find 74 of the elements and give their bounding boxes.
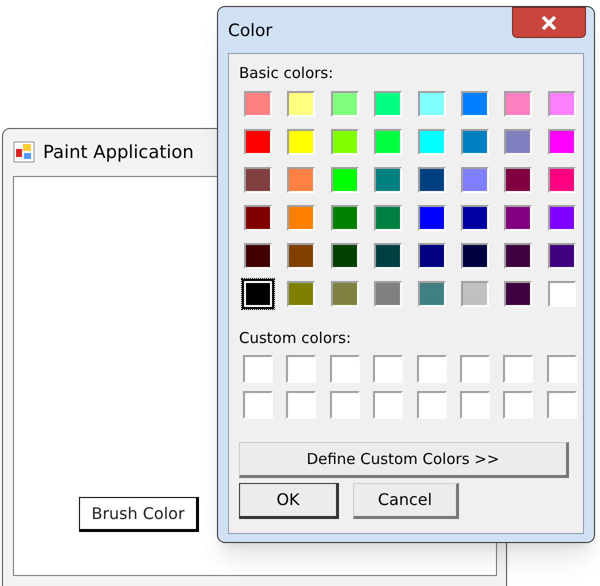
color-swatch[interactable] bbox=[330, 129, 359, 155]
color-swatch[interactable] bbox=[287, 243, 316, 269]
window-title: Paint Application bbox=[43, 140, 194, 164]
custom-color-swatch[interactable] bbox=[460, 355, 490, 383]
color-swatch[interactable] bbox=[418, 129, 446, 155]
define-custom-colors-button[interactable]: Define Custom Colors >> bbox=[239, 442, 569, 478]
color-swatch[interactable] bbox=[418, 91, 446, 117]
color-swatch[interactable] bbox=[330, 167, 359, 193]
dialog-title: Color bbox=[228, 20, 272, 43]
color-swatch[interactable] bbox=[244, 205, 272, 231]
custom-color-swatch[interactable] bbox=[416, 391, 446, 419]
custom-colors-label: Custom colors: bbox=[239, 331, 352, 346]
cancel-button[interactable]: Cancel bbox=[353, 483, 459, 519]
custom-color-swatch[interactable] bbox=[416, 355, 446, 383]
custom-color-swatch[interactable] bbox=[243, 391, 273, 419]
custom-color-swatch[interactable] bbox=[243, 355, 273, 383]
color-swatch[interactable] bbox=[418, 281, 446, 307]
basic-colors-label: Basic colors: bbox=[239, 66, 334, 81]
custom-color-swatch[interactable] bbox=[503, 355, 534, 383]
color-swatch[interactable] bbox=[504, 129, 532, 155]
color-swatch[interactable] bbox=[548, 167, 576, 193]
color-swatch[interactable] bbox=[504, 167, 532, 193]
color-swatch[interactable] bbox=[244, 167, 272, 193]
color-swatch[interactable] bbox=[374, 243, 402, 269]
custom-color-swatch[interactable] bbox=[373, 391, 404, 419]
color-swatch[interactable] bbox=[244, 91, 272, 117]
color-swatch[interactable] bbox=[418, 243, 446, 269]
color-swatch[interactable] bbox=[330, 281, 359, 307]
custom-color-swatch[interactable] bbox=[503, 391, 534, 419]
color-swatch[interactable] bbox=[287, 281, 316, 307]
app-icon bbox=[13, 141, 35, 163]
color-swatch[interactable] bbox=[374, 91, 402, 117]
color-swatch[interactable] bbox=[504, 91, 532, 117]
color-swatch[interactable] bbox=[548, 91, 576, 117]
color-swatch[interactable] bbox=[548, 243, 576, 269]
ok-button[interactable]: OK bbox=[239, 483, 339, 519]
brush-color-button[interactable]: Brush Color bbox=[79, 497, 199, 532]
color-swatch[interactable] bbox=[330, 243, 359, 269]
custom-color-swatch[interactable] bbox=[460, 391, 490, 419]
color-swatch[interactable] bbox=[460, 281, 489, 307]
color-swatch[interactable] bbox=[548, 205, 576, 231]
color-swatch[interactable] bbox=[460, 167, 489, 193]
color-swatch[interactable] bbox=[504, 205, 532, 231]
close-button[interactable] bbox=[512, 7, 586, 38]
custom-color-swatch[interactable] bbox=[330, 391, 360, 419]
custom-color-swatch[interactable] bbox=[546, 391, 577, 419]
color-swatch[interactable] bbox=[244, 129, 272, 155]
custom-color-swatch[interactable] bbox=[330, 355, 360, 383]
color-swatch[interactable] bbox=[460, 243, 489, 269]
color-swatch[interactable] bbox=[330, 205, 359, 231]
color-swatch[interactable] bbox=[418, 167, 446, 193]
color-swatch[interactable] bbox=[374, 205, 402, 231]
color-swatch[interactable] bbox=[330, 91, 359, 117]
color-swatch[interactable] bbox=[460, 91, 489, 117]
custom-color-swatch[interactable] bbox=[373, 355, 404, 383]
custom-color-swatch[interactable] bbox=[546, 355, 577, 383]
color-swatch[interactable] bbox=[374, 281, 402, 307]
color-swatch[interactable] bbox=[287, 91, 316, 117]
color-swatch[interactable] bbox=[548, 129, 576, 155]
close-icon bbox=[541, 16, 557, 30]
color-swatch[interactable] bbox=[504, 243, 532, 269]
color-swatch[interactable] bbox=[287, 129, 316, 155]
color-swatch[interactable] bbox=[460, 205, 489, 231]
color-swatch[interactable] bbox=[287, 205, 316, 231]
color-swatch[interactable] bbox=[244, 243, 272, 269]
color-swatch[interactable] bbox=[374, 129, 402, 155]
custom-color-swatch[interactable] bbox=[286, 391, 316, 419]
color-swatch[interactable] bbox=[418, 205, 446, 231]
color-swatch[interactable] bbox=[548, 281, 576, 307]
custom-color-swatch[interactable] bbox=[286, 355, 316, 383]
color-swatch[interactable] bbox=[504, 281, 532, 307]
color-swatch[interactable] bbox=[460, 129, 489, 155]
color-swatch[interactable] bbox=[374, 167, 402, 193]
color-swatch[interactable] bbox=[287, 167, 316, 193]
